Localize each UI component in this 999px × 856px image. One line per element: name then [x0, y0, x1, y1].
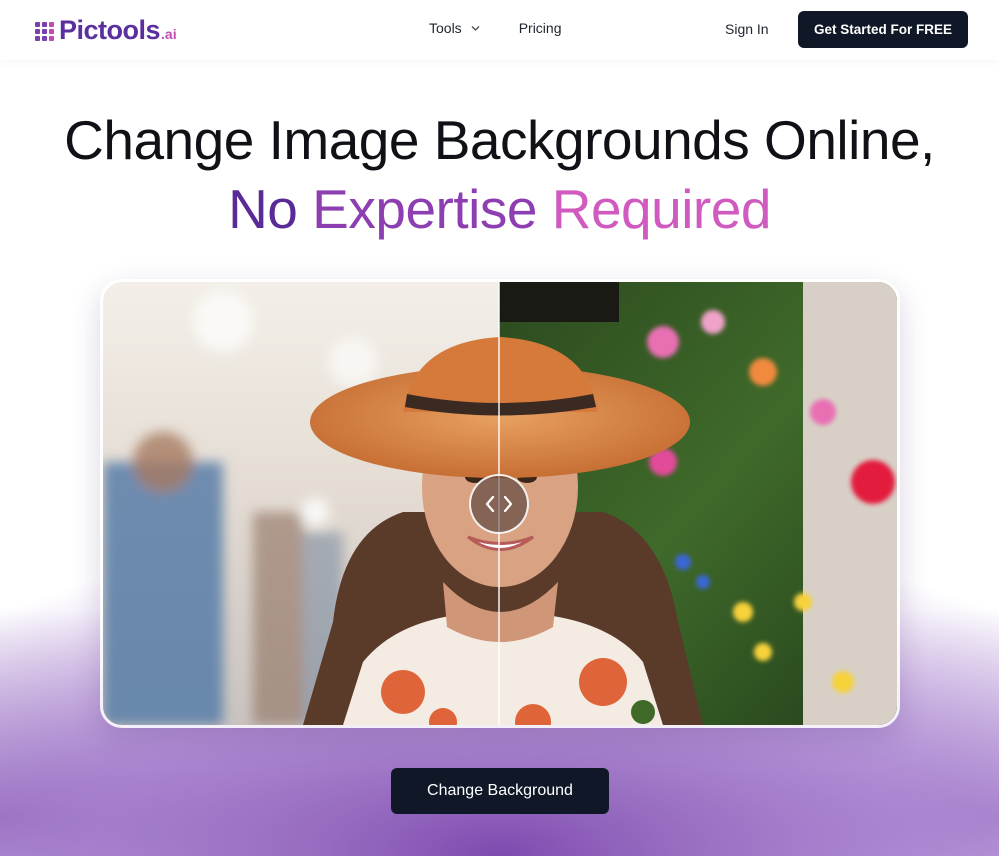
chevron-left-icon [485, 495, 495, 513]
nav-tools-dropdown[interactable]: Tools [429, 20, 480, 36]
hero-word-expertise: Expertise [312, 178, 537, 240]
hero-word-no: No [228, 178, 298, 240]
before-after-compare[interactable] [100, 279, 900, 728]
nav-tools-label: Tools [429, 20, 462, 36]
get-started-button[interactable]: Get Started For FREE [798, 11, 968, 48]
hero-title-line2: No Expertise Required [0, 174, 999, 244]
hero-headline: Change Image Backgrounds Online, No Expe… [0, 108, 999, 244]
site-header: Pictools .ai Tools Pricing Sign In Get S… [0, 0, 999, 60]
logo[interactable]: Pictools .ai [35, 14, 177, 44]
compare-slider-handle[interactable] [469, 474, 529, 534]
change-background-button[interactable]: Change Background [391, 768, 609, 814]
logo-text: Pictools [59, 15, 161, 45]
nav-pricing-link[interactable]: Pricing [519, 20, 562, 36]
logo-suffix: .ai [161, 26, 177, 42]
logo-grid-icon [35, 22, 54, 41]
hero-word-required: Required [551, 178, 772, 240]
sign-in-link[interactable]: Sign In [725, 21, 769, 37]
chevron-down-icon [471, 25, 479, 31]
chevron-right-icon [503, 495, 513, 513]
hero-title-line1: Change Image Backgrounds Online, [64, 109, 935, 171]
main-nav: Tools Pricing [429, 20, 561, 36]
